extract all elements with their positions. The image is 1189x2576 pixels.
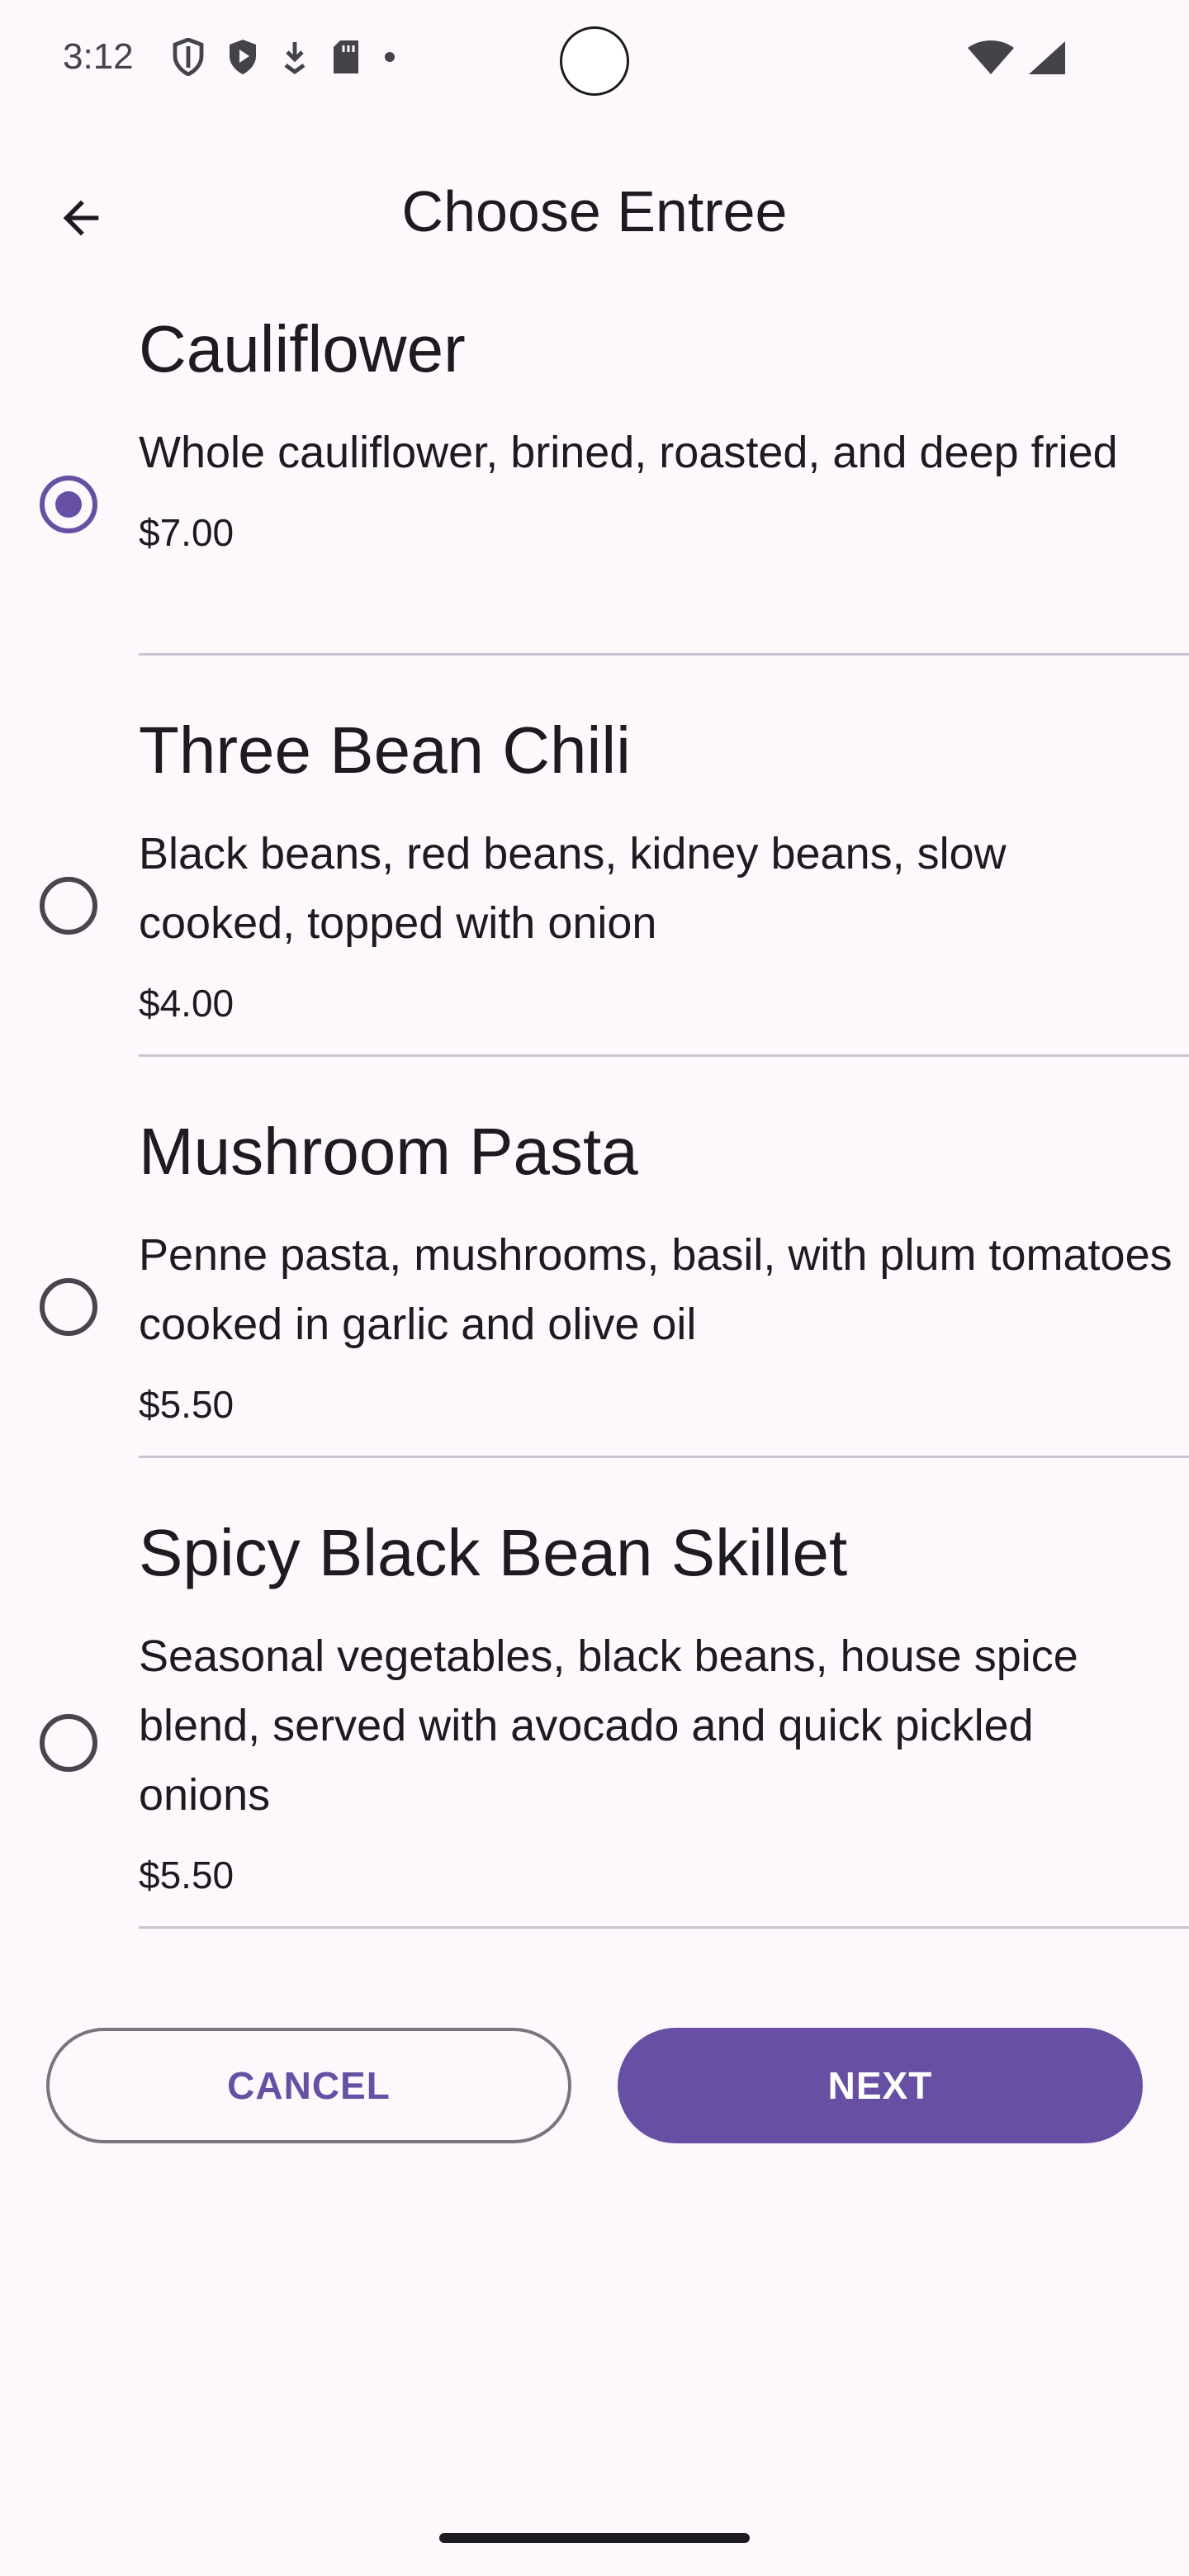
next-button[interactable]: NEXT <box>618 2028 1143 2143</box>
entree-list: Cauliflower Whole cauliflower, brined, r… <box>0 304 1189 1929</box>
action-buttons: CANCEL NEXT <box>46 2028 1143 2143</box>
status-time: 3:12 <box>63 36 134 77</box>
entree-price: $7.00 <box>139 511 234 554</box>
radio-button[interactable] <box>40 1714 97 1772</box>
radio-button-checked[interactable] <box>40 476 97 533</box>
radio-button[interactable] <box>40 877 97 935</box>
entree-item-spicy-black-bean-skillet[interactable]: Spicy Black Bean Skillet Seasonal vegeta… <box>0 1458 1189 1929</box>
entree-item-three-bean-chili[interactable]: Three Bean Chili Black beans, red beans,… <box>0 656 1189 1057</box>
status-bar: 3:12 <box>0 0 1189 124</box>
status-right-icons <box>968 40 1067 76</box>
status-icons <box>172 38 396 76</box>
cell-signal-icon <box>1029 41 1065 74</box>
entree-description: Penne pasta, mushrooms, basil, with plum… <box>139 1230 1172 1349</box>
camera-cutout <box>560 26 629 96</box>
app-bar: Choose Entree <box>0 157 1189 272</box>
entree-body: Spicy Black Bean Skillet Seasonal vegeta… <box>139 1508 1189 1901</box>
dot-icon <box>385 52 395 62</box>
entree-price: $5.50 <box>139 1854 234 1896</box>
entree-description: Seasonal vegetables, black beans, house … <box>139 1631 1078 1820</box>
entree-description: Black beans, red beans, kidney beans, sl… <box>139 829 1007 948</box>
entree-body: Three Bean Chili Black beans, red beans,… <box>139 705 1189 1029</box>
entree-name: Mushroom Pasta <box>139 1115 638 1188</box>
entree-name: Cauliflower <box>139 312 466 386</box>
entree-price: $5.50 <box>139 1383 234 1426</box>
entree-price: $4.00 <box>139 982 234 1025</box>
play-shield-icon <box>230 40 256 74</box>
radio-button[interactable] <box>40 1278 97 1336</box>
entree-item-cauliflower[interactable]: Cauliflower Whole cauliflower, brined, r… <box>0 304 1189 656</box>
page-title: Choose Entree <box>401 179 788 244</box>
entree-body: Cauliflower Whole cauliflower, brined, r… <box>139 304 1189 558</box>
entree-name: Three Bean Chili <box>139 713 631 787</box>
home-indicator[interactable] <box>439 2533 750 2543</box>
entree-item-mushroom-pasta[interactable]: Mushroom Pasta Penne pasta, mushrooms, b… <box>0 1057 1189 1458</box>
entree-description: Whole cauliflower, brined, roasted, and … <box>139 428 1118 477</box>
shield-icon <box>173 38 204 76</box>
cancel-button[interactable]: CANCEL <box>46 2028 571 2143</box>
divider <box>139 1926 1189 1929</box>
sd-card-icon <box>334 40 358 73</box>
download-icon <box>284 42 306 74</box>
entree-name: Spicy Black Bean Skillet <box>139 1516 848 1589</box>
wifi-icon <box>968 40 1014 74</box>
entree-body: Mushroom Pasta Penne pasta, mushrooms, b… <box>139 1106 1189 1430</box>
screen: 3:12 Choose Entree Cauliflower Whole cau… <box>0 0 1189 2576</box>
